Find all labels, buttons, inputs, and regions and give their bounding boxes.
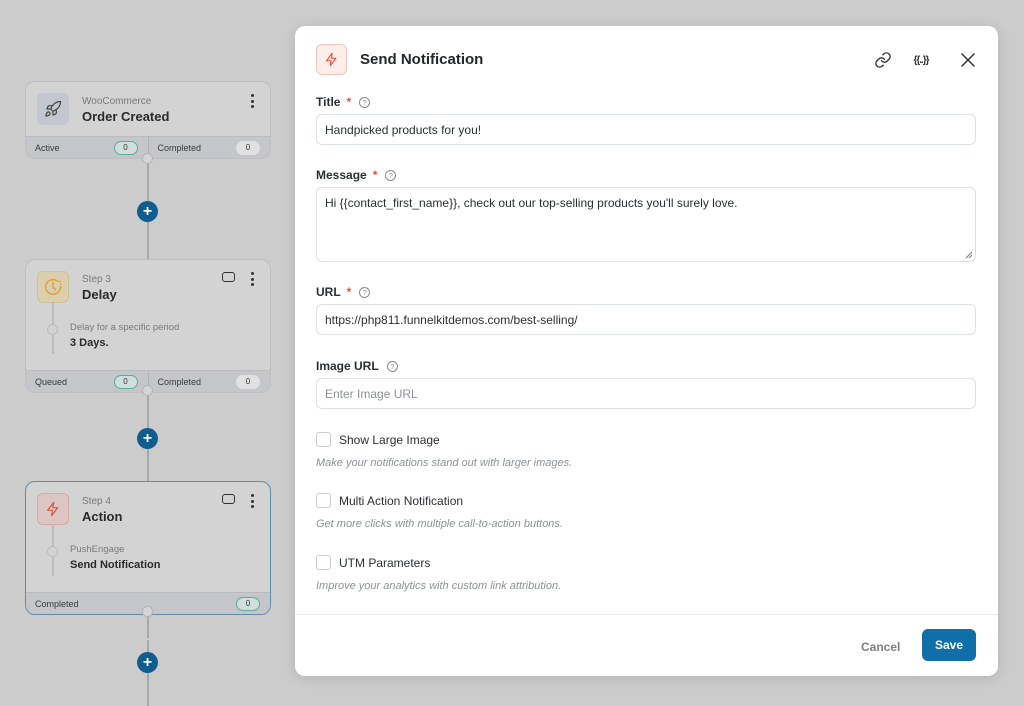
required-marker: * [372, 168, 378, 182]
resize-handle-icon[interactable] [965, 251, 973, 259]
required-marker: * [346, 285, 352, 299]
node-detail-value: Send Notification [70, 559, 161, 571]
send-notification-modal: Send Notification {{..}} Title * ? Messa… [295, 26, 998, 676]
comment-icon[interactable] [222, 272, 235, 282]
utm-parameters-checkbox[interactable] [316, 555, 331, 570]
modal-footer: Cancel Save [295, 614, 998, 676]
connector-port [142, 153, 153, 164]
utm-parameters-option[interactable]: UTM Parameters [316, 555, 430, 570]
lightning-icon [37, 493, 69, 525]
modal-header: Send Notification {{..}} [295, 26, 998, 92]
stat-label: Queued [35, 376, 68, 387]
add-step-button[interactable]: + [137, 652, 158, 673]
node-subtitle: WooCommerce [82, 96, 152, 107]
node-subtitle: Step 4 [82, 496, 111, 507]
message-textarea[interactable]: Hi {{contact_first_name}}, check out our… [316, 187, 976, 262]
stat-label: Completed [35, 598, 79, 609]
help-icon[interactable]: ? [386, 360, 398, 372]
multi-action-option[interactable]: Multi Action Notification [316, 493, 463, 508]
node-title: Order Created [82, 109, 170, 124]
url-label: URL * ? [316, 285, 371, 299]
node-title: Action [82, 509, 123, 524]
node-subtitle: Step 3 [82, 274, 111, 285]
more-options-icon[interactable] [248, 94, 256, 108]
rocket-icon [37, 93, 69, 125]
node-delay[interactable]: Step 3 Delay Delay for a specific period… [25, 259, 271, 393]
link-icon[interactable] [871, 48, 895, 72]
checkbox-label[interactable]: Multi Action Notification [339, 494, 463, 508]
stat-count: 0 [236, 374, 260, 389]
timeline-dot [47, 546, 58, 557]
show-large-image-option[interactable]: Show Large Image [316, 432, 440, 447]
checkbox-hint: Get more clicks with multiple call-to-ac… [316, 518, 563, 530]
stat-count: 0 [113, 140, 138, 155]
stat-label: Completed [157, 376, 202, 387]
image-url-label: Image URL ? [316, 359, 398, 373]
connector-port [142, 385, 153, 396]
timeline-dot [47, 324, 58, 335]
help-icon[interactable]: ? [359, 96, 371, 108]
modal-title: Send Notification [360, 51, 484, 68]
required-marker: * [346, 95, 352, 109]
stat-count: 0 [236, 140, 260, 155]
lightning-icon [316, 44, 347, 75]
workflow-canvas: WooCommerce Order Created Active 0 Comple… [0, 0, 295, 706]
more-options-icon[interactable] [248, 272, 256, 286]
node-order-created[interactable]: WooCommerce Order Created Active 0 Comple… [25, 81, 271, 159]
connector-port [142, 606, 153, 617]
checkbox-hint: Make your notifications stand out with l… [316, 457, 573, 469]
help-icon[interactable]: ? [385, 169, 397, 181]
node-detail-label: Delay for a specific period [70, 322, 180, 333]
image-url-input[interactable] [316, 378, 976, 409]
show-large-image-checkbox[interactable] [316, 432, 331, 447]
merge-tags-button[interactable]: {{..}} [909, 48, 933, 72]
title-input[interactable] [316, 114, 976, 145]
add-step-button[interactable]: + [137, 201, 158, 222]
node-title: Delay [82, 287, 117, 302]
checkbox-label[interactable]: Show Large Image [339, 433, 440, 447]
node-detail-label: PushEngage [70, 544, 125, 555]
title-label: Title * ? [316, 95, 371, 109]
save-button[interactable]: Save [922, 629, 976, 661]
close-icon[interactable] [956, 48, 980, 72]
url-label-text: URL [316, 285, 341, 299]
message-label-text: Message [316, 168, 367, 182]
stat-count: 0 [236, 596, 260, 611]
title-label-text: Title [316, 95, 341, 109]
checkbox-hint: Improve your analytics with custom link … [316, 580, 562, 592]
stat-label: Completed [157, 142, 202, 153]
node-detail-value: 3 Days. [70, 337, 109, 349]
checkbox-label[interactable]: UTM Parameters [339, 556, 430, 570]
clock-icon [37, 271, 69, 303]
connector-line [147, 640, 149, 706]
add-step-button[interactable]: + [137, 428, 158, 449]
cancel-button[interactable]: Cancel [855, 631, 906, 663]
url-input[interactable] [316, 304, 976, 335]
multi-action-checkbox[interactable] [316, 493, 331, 508]
stat-label: Active [35, 142, 60, 153]
node-action[interactable]: Step 4 Action PushEngage Send Notificati… [25, 481, 271, 615]
message-label: Message * ? [316, 168, 397, 182]
help-icon[interactable]: ? [359, 286, 371, 298]
more-options-icon[interactable] [248, 494, 256, 508]
stat-count: 0 [113, 374, 138, 389]
comment-icon[interactable] [222, 494, 235, 504]
image-url-label-text: Image URL [316, 359, 379, 373]
